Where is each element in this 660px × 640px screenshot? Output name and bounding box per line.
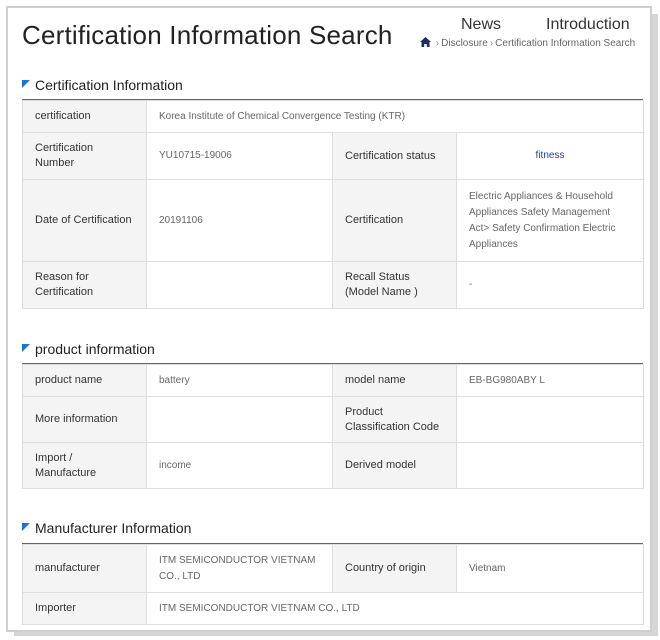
- value-derived-model: [456, 442, 644, 489]
- label-more-information: More information: [22, 396, 147, 443]
- value-product-name: battery: [146, 364, 333, 397]
- value-recall-status: -: [455, 261, 645, 309]
- home-icon[interactable]: [420, 37, 431, 47]
- label-product-name: product name: [22, 364, 147, 397]
- section-title-manufacturer: Manufacturer Information: [22, 520, 191, 536]
- breadcrumb-current: Certification Information Search: [495, 38, 636, 49]
- frame-shadow-bottom: [14, 632, 658, 636]
- breadcrumb: › Disclosure › Certification Information Se…: [420, 37, 644, 49]
- label-manufacturer: manufacturer: [22, 544, 147, 593]
- value-country-of-origin: Vietnam: [456, 544, 644, 593]
- value-certification-number: YU10715-19006: [146, 132, 333, 180]
- label-certification: certification: [22, 100, 147, 133]
- value-certification: Korea Institute of Chemical Convergence …: [145, 100, 645, 133]
- table-row: Certification Number YU10715-19006 Certi…: [22, 132, 645, 180]
- table-row: Importer ITM SEMICONDUCTOR VIETNAM CO., …: [22, 592, 644, 625]
- table-row: Reason for Certification Recall Status (…: [22, 261, 645, 309]
- section-title-text: Manufacturer Information: [35, 520, 192, 536]
- frame-shadow-right: [652, 14, 658, 636]
- triangle-marker-icon: [22, 523, 30, 531]
- label-derived-model: Derived model: [332, 442, 457, 489]
- triangle-marker-icon: [22, 80, 30, 88]
- section-title-text: product information: [35, 341, 155, 357]
- section-title-certification: Certification Information: [22, 77, 183, 93]
- value-date-of-certification: 20191106: [146, 179, 333, 262]
- label-model-name: model name: [332, 364, 457, 397]
- triangle-marker-icon: [22, 344, 30, 352]
- table-row: Date of Certification 20191106 Certifica…: [22, 179, 645, 262]
- top-nav: News Introduction: [0, 16, 660, 36]
- value-certification-type: Electric Appliances & Household Applianc…: [455, 179, 645, 262]
- value-reason-for-certification: [146, 261, 333, 309]
- value-more-information: [146, 396, 333, 443]
- table-row: More information Product Classification …: [22, 396, 644, 443]
- section-title-product: product information: [22, 341, 155, 357]
- value-product-classification-code: [456, 396, 644, 443]
- value-model-name: EB-BG980ABY L: [456, 364, 644, 397]
- label-country-of-origin: Country of origin: [332, 544, 457, 593]
- label-product-classification-code: Product Classification Code: [332, 396, 457, 443]
- nav-news[interactable]: News: [461, 16, 501, 34]
- chevron-right-icon: ›: [489, 38, 494, 49]
- label-date-of-certification: Date of Certification: [22, 179, 147, 262]
- label-certification-status: Certification status: [332, 132, 457, 180]
- manufacturer-table: manufacturer ITM SEMICONDUCTOR VIETNAM C…: [22, 544, 644, 625]
- table-row: manufacturer ITM SEMICONDUCTOR VIETNAM C…: [22, 544, 644, 593]
- product-table: product name battery model name EB-BG980…: [22, 364, 644, 489]
- label-importer: Importer: [22, 592, 147, 625]
- table-row: Import / Manufacture income Derived mode…: [22, 442, 644, 489]
- label-certification-type: Certification: [332, 179, 457, 262]
- table-row: product name battery model name EB-BG980…: [22, 364, 644, 397]
- value-importer: ITM SEMICONDUCTOR VIETNAM CO., LTD: [146, 592, 644, 625]
- chevron-right-icon: ›: [435, 38, 440, 49]
- nav-introduction[interactable]: Introduction: [546, 16, 630, 34]
- value-manufacturer: ITM SEMICONDUCTOR VIETNAM CO., LTD: [146, 544, 333, 593]
- breadcrumb-disclosure[interactable]: Disclosure: [441, 38, 488, 49]
- certification-table: certification Korea Institute of Chemica…: [22, 100, 645, 309]
- value-import-manufacture: income: [146, 442, 333, 489]
- label-import-manufacture: Import / Manufacture: [22, 442, 147, 489]
- label-certification-number: Certification Number: [22, 132, 147, 180]
- label-recall-status: Recall Status (Model Name ): [332, 261, 457, 309]
- section-title-text: Certification Information: [35, 77, 183, 93]
- label-reason-for-certification: Reason for Certification: [22, 261, 147, 309]
- value-certification-status: fitness: [455, 132, 645, 180]
- table-row: certification Korea Institute of Chemica…: [22, 100, 645, 133]
